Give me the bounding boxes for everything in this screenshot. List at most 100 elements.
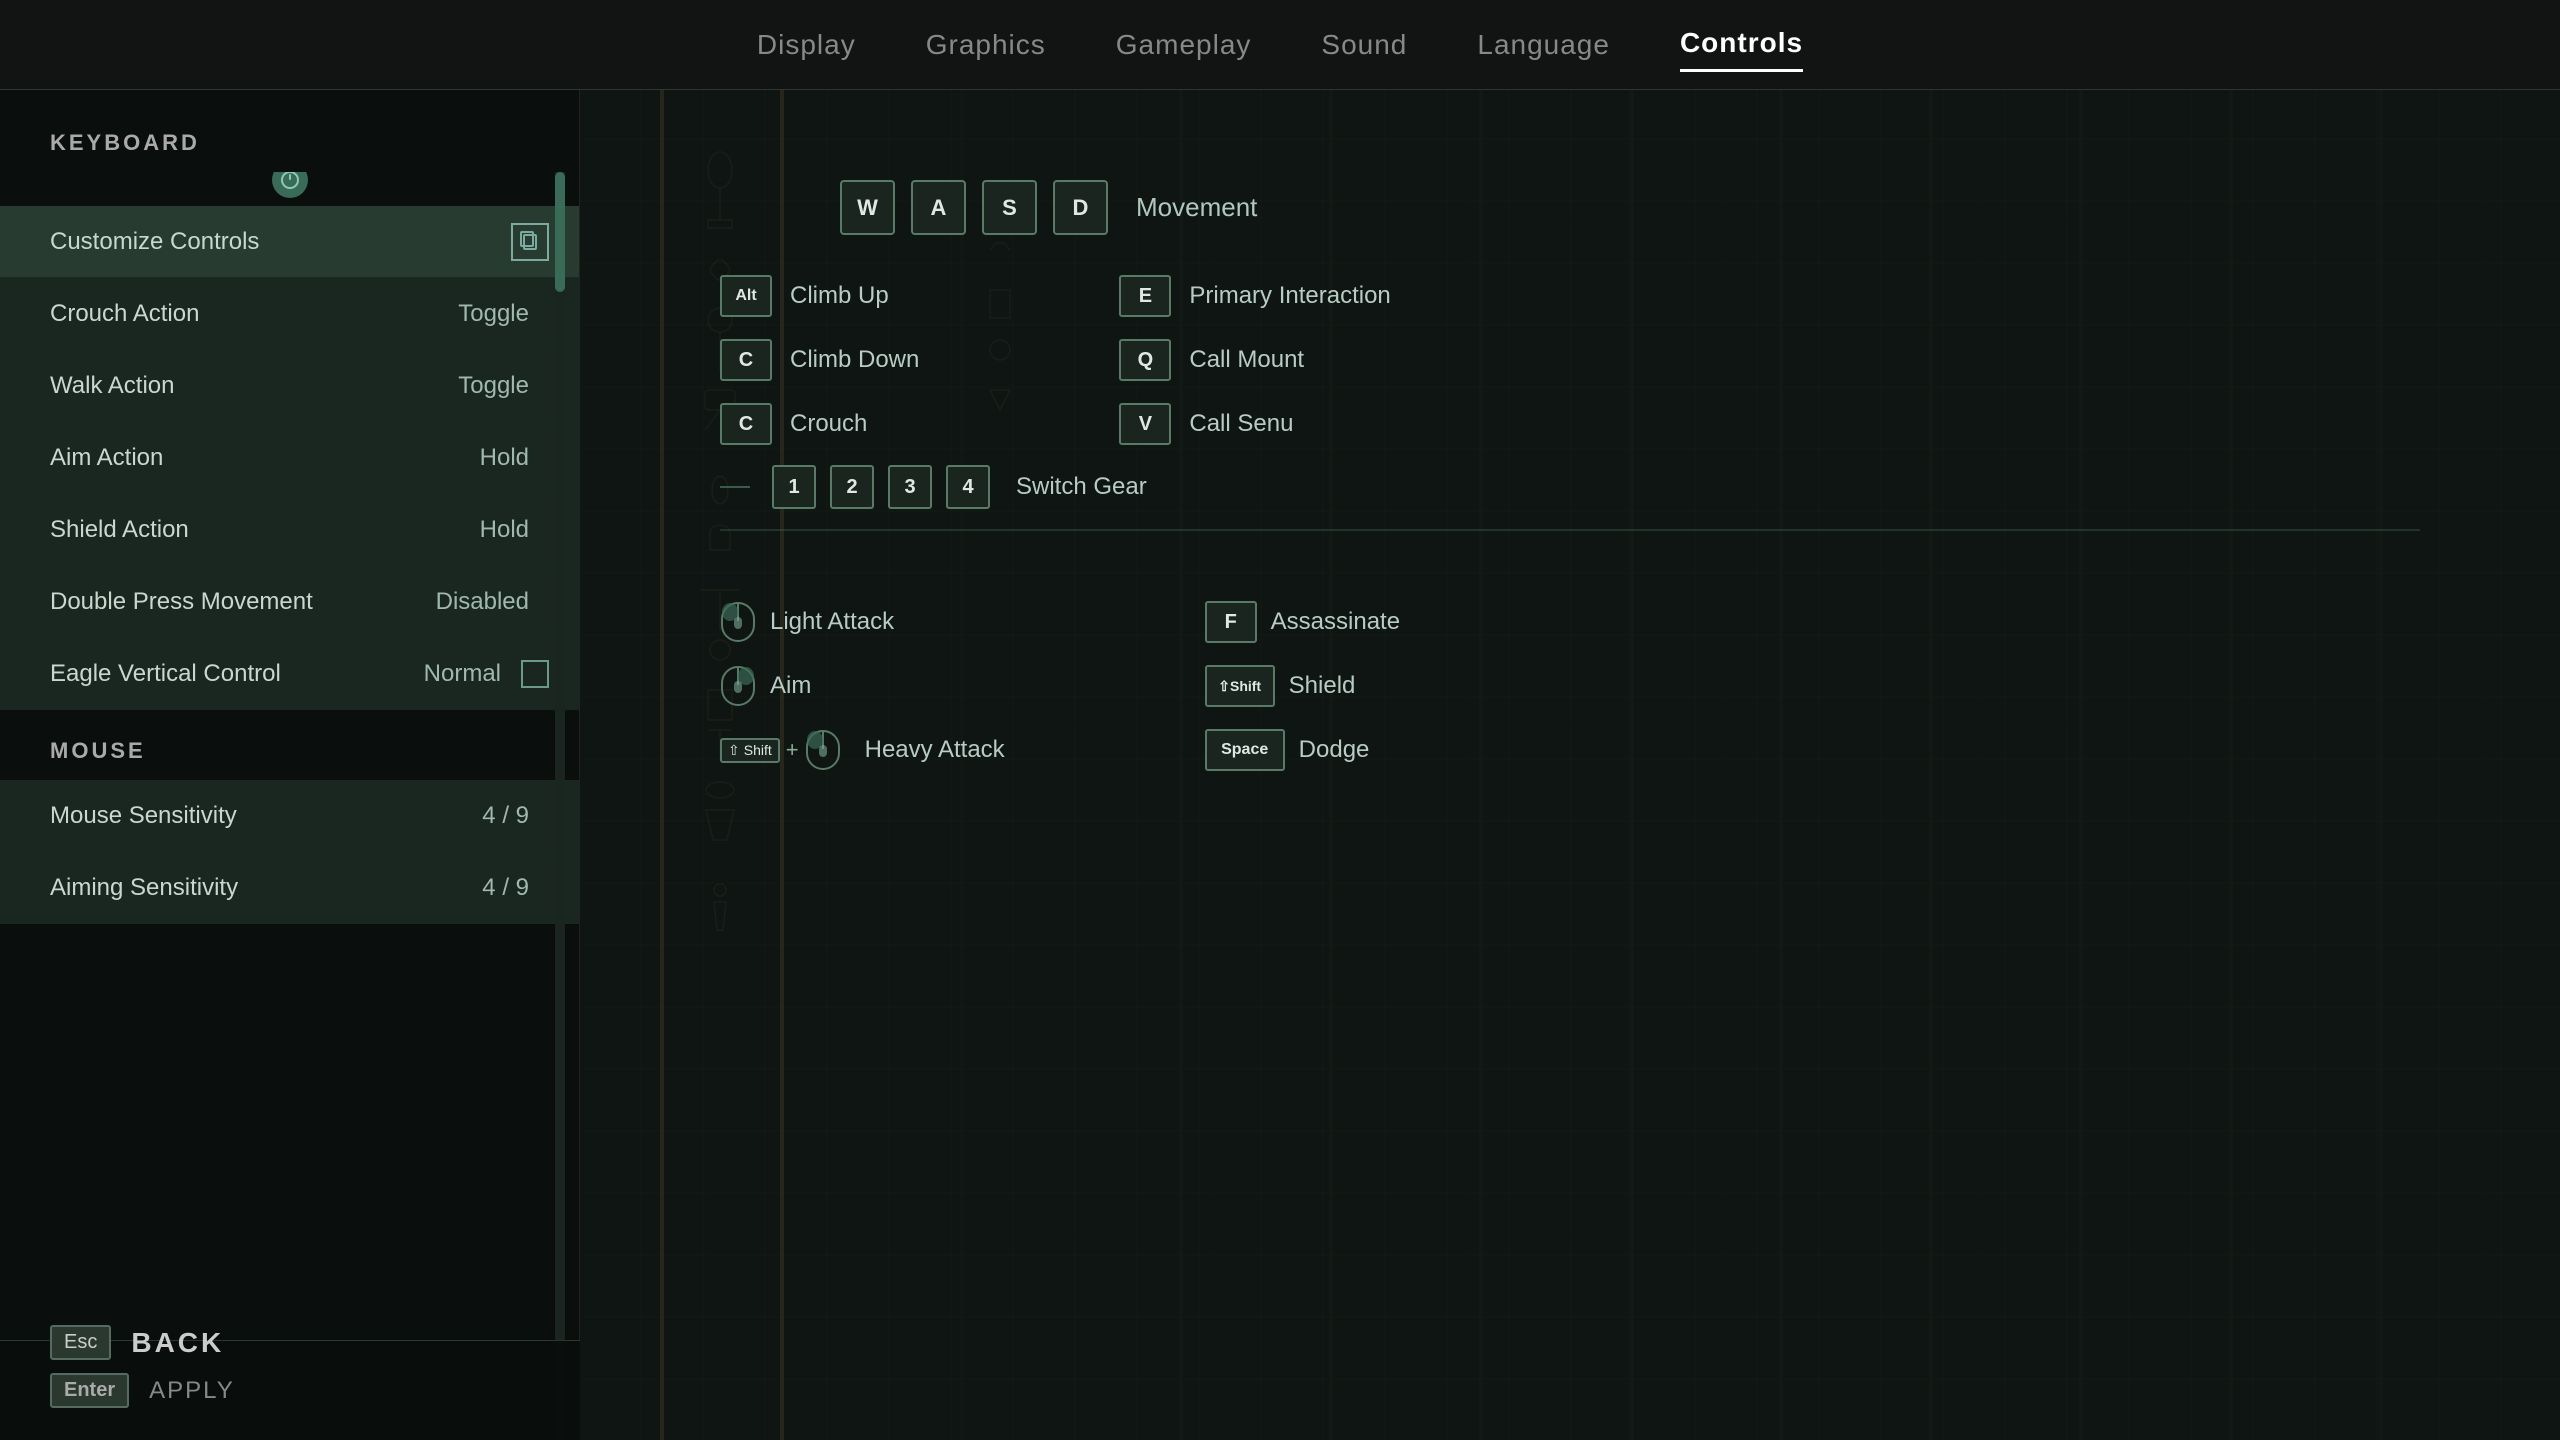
aim-action-label: Aim Action bbox=[50, 444, 480, 472]
space-key: Space bbox=[1205, 729, 1285, 771]
gear-line-left bbox=[720, 486, 750, 488]
primary-interaction-label: Primary Interaction bbox=[1189, 282, 1390, 310]
attack-section: Light Attack Aim bbox=[720, 601, 2480, 771]
customize-controls-row[interactable]: Customize Controls bbox=[0, 206, 579, 278]
navigation-left-column: Alt Climb Up C Climb Down C Crouch bbox=[720, 275, 919, 445]
nav-graphics[interactable]: Graphics bbox=[926, 19, 1046, 71]
walk-action-label: Walk Action bbox=[50, 372, 458, 400]
nav-sound[interactable]: Sound bbox=[1321, 19, 1407, 71]
wasd-d-key: D bbox=[1053, 180, 1108, 235]
assassinate-label: Assassinate bbox=[1271, 608, 1400, 636]
f-key: F bbox=[1205, 601, 1257, 643]
crouch-action-value: Toggle bbox=[458, 300, 529, 328]
nav-gameplay[interactable]: Gameplay bbox=[1116, 19, 1252, 71]
settings-scroll-container[interactable]: Customize Controls Crouch Action Toggle … bbox=[0, 172, 579, 1440]
e-key: E bbox=[1119, 275, 1171, 317]
dodge-control: Space Dodge bbox=[1205, 729, 1400, 771]
shield-action-row[interactable]: Shield Action Hold bbox=[0, 494, 579, 566]
shield-label: Shield bbox=[1289, 672, 1356, 700]
nav-display[interactable]: Display bbox=[757, 19, 856, 71]
alt-key: Alt bbox=[720, 275, 772, 317]
settings-list: Customize Controls Crouch Action Toggle … bbox=[0, 206, 579, 710]
aim-action-value: Hold bbox=[480, 444, 529, 472]
call-mount-label: Call Mount bbox=[1189, 346, 1304, 374]
copy-icon[interactable] bbox=[511, 223, 549, 261]
double-press-value: Disabled bbox=[436, 588, 529, 616]
assassinate-control: F Assassinate bbox=[1205, 601, 1400, 643]
wasd-a-key: A bbox=[911, 180, 966, 235]
eagle-vertical-value: Normal bbox=[424, 660, 501, 688]
call-mount-control: Q Call Mount bbox=[1119, 339, 1390, 381]
primary-interaction-control: E Primary Interaction bbox=[1119, 275, 1390, 317]
heavy-attack-label: Heavy Attack bbox=[865, 736, 1005, 764]
movement-label: Movement bbox=[1136, 192, 1257, 223]
gear-key-4: 4 bbox=[946, 465, 990, 509]
climb-up-label: Climb Up bbox=[790, 282, 889, 310]
gear-key-1: 1 bbox=[772, 465, 816, 509]
back-button-area[interactable]: Esc BACK bbox=[50, 1325, 224, 1360]
mouse-section-label: MOUSE bbox=[0, 710, 579, 780]
mouse-sensitivity-row[interactable]: Mouse Sensitivity 4 / 9 bbox=[0, 780, 579, 852]
mouse-sensitivity-label: Mouse Sensitivity bbox=[50, 802, 482, 830]
double-press-movement-row[interactable]: Double Press Movement Disabled bbox=[0, 566, 579, 638]
climb-down-control: C Climb Down bbox=[720, 339, 919, 381]
attack-left-column: Light Attack Aim bbox=[720, 601, 1005, 771]
wasd-w-key: W bbox=[840, 180, 895, 235]
shift-key: ⇧Shift bbox=[1205, 665, 1275, 707]
apply-label: APPLY bbox=[149, 1377, 235, 1405]
gear-row: 1 2 3 4 Switch Gear bbox=[720, 465, 2480, 509]
heavy-attack-control: ⇧Shift + Heavy Attack bbox=[720, 729, 1005, 771]
c-key-crouch: C bbox=[720, 403, 772, 445]
navigation-right-column: E Primary Interaction Q Call Mount V Cal… bbox=[1119, 275, 1390, 445]
walk-action-row[interactable]: Walk Action Toggle bbox=[0, 350, 579, 422]
call-senu-control: V Call Senu bbox=[1119, 403, 1390, 445]
section-divider bbox=[720, 529, 2420, 531]
attack-right-column: F Assassinate ⇧Shift Shield Space Dodge bbox=[1205, 601, 1400, 771]
controls-grid: Alt Climb Up C Climb Down C Crouch bbox=[720, 275, 2480, 445]
shift-key-badge: ⇧Shift bbox=[720, 738, 780, 763]
scrollbar-thumb[interactable] bbox=[555, 172, 565, 292]
movement-row: W A S D Movement bbox=[840, 180, 2480, 235]
call-senu-label: Call Senu bbox=[1189, 410, 1293, 438]
walk-action-value: Toggle bbox=[458, 372, 529, 400]
c-key-climb: C bbox=[720, 339, 772, 381]
nav-controls[interactable]: Controls bbox=[1680, 17, 1803, 72]
back-label: BACK bbox=[131, 1327, 224, 1359]
crouch-action-row[interactable]: Crouch Action Toggle bbox=[0, 278, 579, 350]
scrollbar[interactable] bbox=[555, 172, 565, 1440]
plus-icon: + bbox=[786, 737, 799, 763]
customize-controls-label: Customize Controls bbox=[50, 228, 511, 256]
apply-key-badge: Enter bbox=[50, 1373, 129, 1408]
crouch-label: Crouch bbox=[790, 410, 867, 438]
light-attack-control: Light Attack bbox=[720, 601, 1005, 643]
mouse-left-heavy-icon bbox=[805, 729, 841, 771]
q-key: Q bbox=[1119, 339, 1171, 381]
aiming-sensitivity-label: Aiming Sensitivity bbox=[50, 874, 482, 902]
eagle-vertical-checkbox[interactable] bbox=[521, 660, 549, 688]
gear-key-3: 3 bbox=[888, 465, 932, 509]
mouse-left-icon bbox=[720, 601, 756, 643]
shield-action-label: Shield Action bbox=[50, 516, 480, 544]
aim-label: Aim bbox=[770, 672, 811, 700]
climb-up-control: Alt Climb Up bbox=[720, 275, 919, 317]
aim-control: Aim bbox=[720, 665, 1005, 707]
back-key-badge: Esc bbox=[50, 1325, 111, 1360]
crouch-control: C Crouch bbox=[720, 403, 919, 445]
keyboard-section-label: KEYBOARD bbox=[0, 130, 579, 172]
mouse-right-icon bbox=[720, 665, 756, 707]
aiming-sensitivity-value: 4 / 9 bbox=[482, 874, 529, 902]
nav-language[interactable]: Language bbox=[1477, 19, 1610, 71]
eagle-vertical-control-row[interactable]: Eagle Vertical Control Normal bbox=[0, 638, 579, 710]
controls-overlay: W A S D Movement Alt Climb Up C bbox=[580, 90, 2560, 1440]
shield-control: ⇧Shift Shield bbox=[1205, 665, 1400, 707]
combo-badge: ⇧Shift + bbox=[720, 729, 841, 771]
aim-action-row[interactable]: Aim Action Hold bbox=[0, 422, 579, 494]
eagle-vertical-label: Eagle Vertical Control bbox=[50, 660, 424, 688]
top-navigation: Display Graphics Gameplay Sound Language… bbox=[0, 0, 2560, 90]
aiming-sensitivity-row[interactable]: Aiming Sensitivity 4 / 9 bbox=[0, 852, 579, 924]
crouch-action-label: Crouch Action bbox=[50, 300, 458, 328]
v-key: V bbox=[1119, 403, 1171, 445]
shield-action-value: Hold bbox=[480, 516, 529, 544]
climb-down-label: Climb Down bbox=[790, 346, 919, 374]
dodge-label: Dodge bbox=[1299, 736, 1370, 764]
